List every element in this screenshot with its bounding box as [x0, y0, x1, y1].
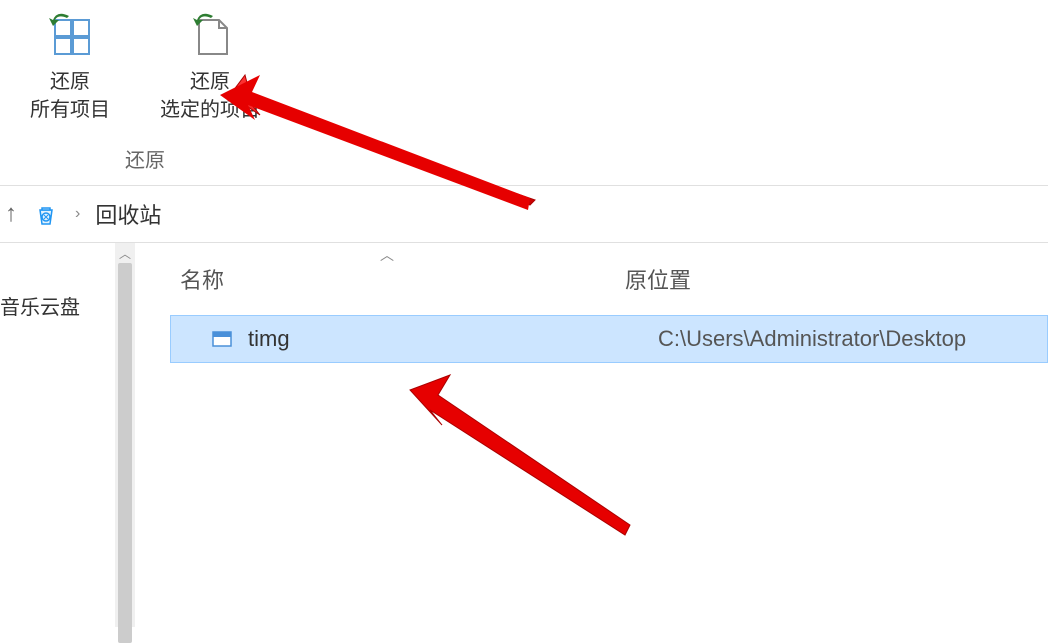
restore-all-label: 还原 所有项目 — [30, 68, 110, 124]
file-icon — [211, 328, 233, 350]
breadcrumb-bar: ↑ › 回收站 — [0, 186, 1048, 243]
ribbon-toolbar: 还原 所有项目 还原 选定的项目 还原 — [0, 0, 1048, 186]
scrollbar-thumb[interactable] — [118, 263, 132, 643]
restore-all-icon — [45, 10, 95, 60]
content-area: 音乐云盘 ︿ ︿ 名称 原位置 timg C:\Users\Administra… — [0, 243, 1048, 627]
file-row[interactable]: timg C:\Users\Administrator\Desktop — [170, 315, 1048, 363]
restore-selected-icon — [185, 10, 235, 60]
file-name: timg — [248, 326, 658, 352]
sidebar-scrollbar[interactable]: ︿ — [115, 243, 135, 627]
scrollbar-up-arrow[interactable]: ︿ — [115, 243, 135, 263]
breadcrumb-location[interactable]: 回收站 — [95, 198, 161, 230]
file-location: C:\Users\Administrator\Desktop — [658, 326, 966, 352]
ribbon-group-label: 还原 — [125, 129, 165, 185]
up-arrow-button[interactable]: ↑ — [0, 200, 17, 228]
sidebar: 音乐云盘 ︿ — [0, 243, 135, 627]
column-header-name[interactable]: ︿ 名称 — [180, 263, 625, 295]
restore-all-button[interactable]: 还原 所有项目 — [20, 5, 120, 129]
ribbon-group-restore: 还原 所有项目 还原 选定的项目 还原 — [20, 5, 270, 185]
sort-indicator-icon: ︿ — [380, 245, 394, 265]
file-list-area: ︿ 名称 原位置 timg C:\Users\Administrator\Des… — [135, 243, 1048, 627]
breadcrumb-separator: › — [75, 205, 80, 223]
restore-selected-label: 还原 选定的项目 — [160, 68, 260, 124]
recycle-bin-icon[interactable] — [32, 200, 60, 228]
column-header-location[interactable]: 原位置 — [625, 263, 1048, 295]
restore-selected-button[interactable]: 还原 选定的项目 — [150, 5, 270, 129]
column-headers: ︿ 名称 原位置 — [135, 243, 1048, 315]
